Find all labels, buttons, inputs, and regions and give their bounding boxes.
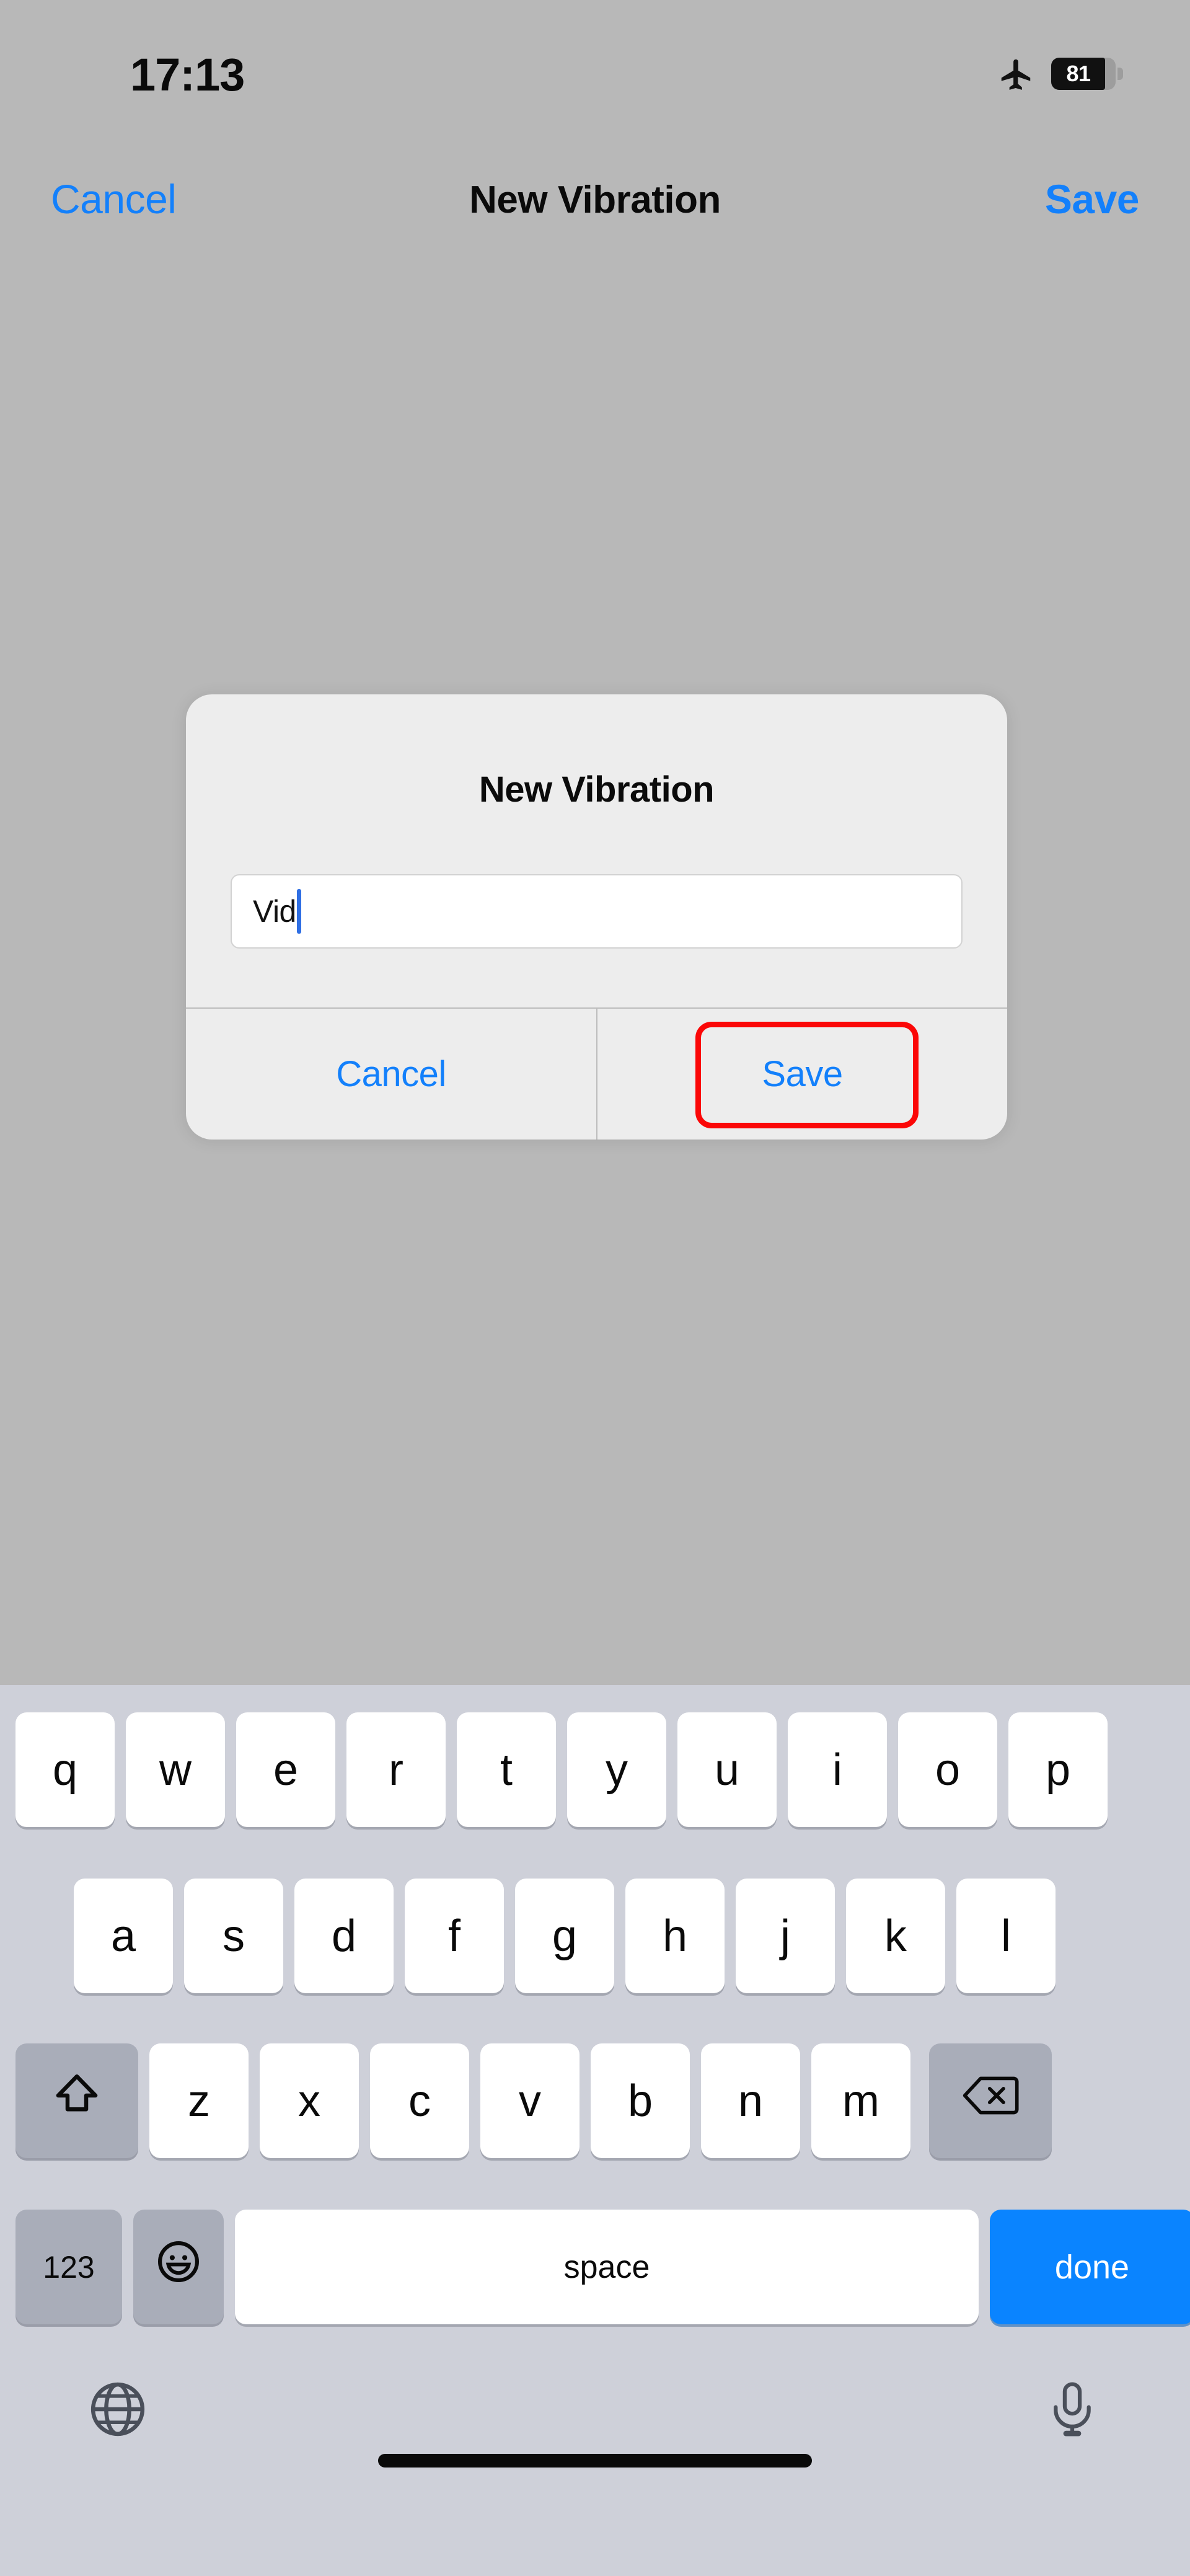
key-k[interactable]: k (846, 1879, 945, 1993)
microphone-icon (1041, 2378, 1103, 2443)
backspace-key[interactable] (929, 2043, 1052, 2158)
space-key[interactable]: space (235, 2210, 979, 2324)
battery-icon: 81 (1051, 58, 1123, 90)
key-v[interactable]: v (480, 2043, 580, 2158)
key-n[interactable]: n (701, 2043, 800, 2158)
key-b[interactable]: b (591, 2043, 690, 2158)
key-q[interactable]: q (15, 1712, 115, 1827)
key-p[interactable]: p (1008, 1712, 1108, 1827)
text-cursor (296, 889, 301, 934)
vibration-name-input[interactable]: Vid (231, 874, 963, 949)
done-key[interactable]: done (990, 2210, 1190, 2324)
backspace-icon (962, 2073, 1019, 2128)
key-s[interactable]: s (184, 1879, 283, 1993)
keyboard-utility-row (0, 2367, 1190, 2497)
globe-key[interactable] (81, 2373, 155, 2448)
shift-icon (50, 2069, 104, 2133)
key-y[interactable]: y (567, 1712, 666, 1827)
nav-save-button[interactable]: Save (1045, 175, 1140, 223)
key-f[interactable]: f (405, 1879, 504, 1993)
new-vibration-alert-dialog: New Vibration Vid Cancel Save (186, 694, 1007, 1140)
key-x[interactable]: x (260, 2043, 359, 2158)
key-o[interactable]: o (898, 1712, 997, 1827)
numeric-mode-key[interactable]: 123 (15, 2210, 122, 2324)
shift-key[interactable] (15, 2043, 138, 2158)
key-a[interactable]: a (74, 1879, 173, 1993)
alert-cancel-button[interactable]: Cancel (186, 1009, 596, 1140)
airplane-mode-icon (997, 55, 1035, 93)
key-t[interactable]: t (457, 1712, 556, 1827)
emoji-icon (154, 2237, 203, 2296)
status-bar-clock: 17:13 (130, 49, 245, 100)
alert-save-button[interactable]: Save (597, 1009, 1007, 1140)
key-u[interactable]: u (677, 1712, 777, 1827)
keyboard-row-2: a s d f g h j k l (0, 1879, 1190, 1993)
key-e[interactable]: e (236, 1712, 335, 1827)
key-h[interactable]: h (625, 1879, 725, 1993)
key-g[interactable]: g (515, 1879, 614, 1993)
key-r[interactable]: r (346, 1712, 446, 1827)
key-w[interactable]: w (126, 1712, 225, 1827)
globe-icon (86, 2377, 150, 2445)
keyboard-row-3: z x c v b n m (0, 2043, 1190, 2158)
key-i[interactable]: i (788, 1712, 887, 1827)
keyboard-row-4: 123 space done (0, 2210, 1190, 2324)
status-bar-indicators: 81 (997, 55, 1123, 93)
keyboard-row-1: q w e r t y u i o p (0, 1712, 1190, 1827)
key-z[interactable]: z (149, 2043, 249, 2158)
key-m[interactable]: m (811, 2043, 910, 2158)
key-j[interactable]: j (736, 1879, 835, 1993)
microphone-key[interactable] (1035, 2373, 1109, 2448)
home-indicator (378, 2454, 812, 2468)
status-bar: 17:13 81 (0, 0, 1190, 143)
key-d[interactable]: d (294, 1879, 394, 1993)
key-c[interactable]: c (370, 2043, 469, 2158)
iphone-screen: 17:13 81 Cancel New Vibration Save New V… (0, 0, 1190, 2576)
key-l[interactable]: l (956, 1879, 1056, 1993)
alert-title: New Vibration (478, 769, 715, 810)
battery-percent-label: 81 (1066, 61, 1091, 86)
emoji-key[interactable] (133, 2210, 224, 2324)
navigation-bar: Cancel New Vibration Save (0, 164, 1190, 239)
page-title: New Vibration (469, 179, 721, 221)
vibration-name-input-value: Vid (253, 894, 296, 929)
on-screen-keyboard: q w e r t y u i o p a s d f g h j k l z … (0, 1685, 1190, 2576)
